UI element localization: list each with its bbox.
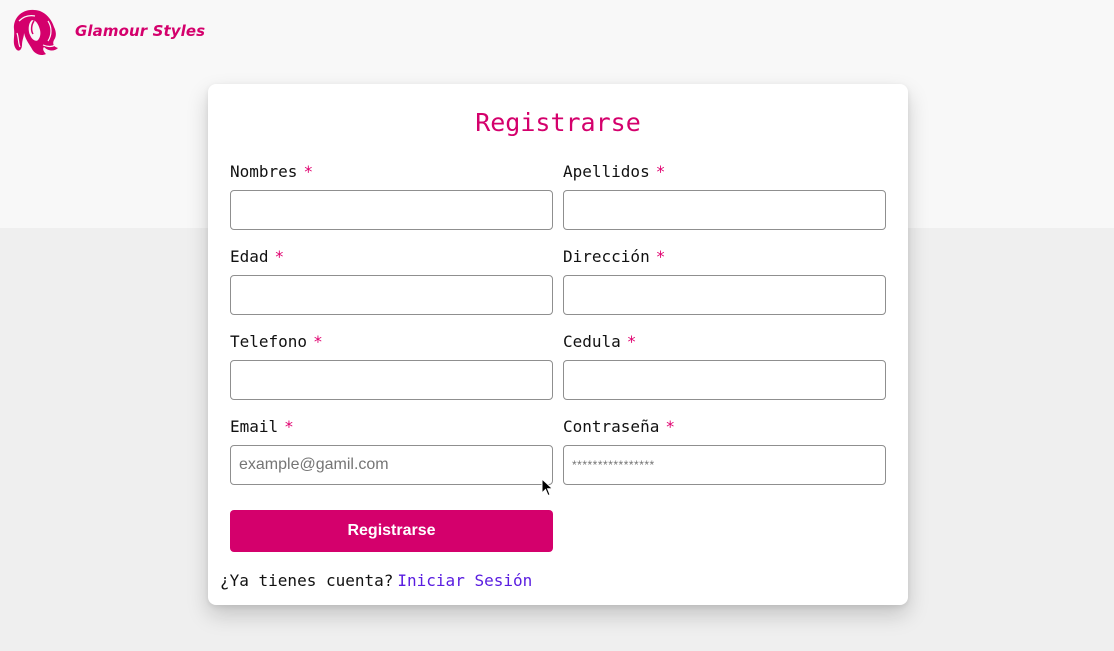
apellidos-label: Apellidos * [563, 161, 886, 183]
email-label-text: Email [230, 417, 279, 436]
register-card: Registrarse Nombres * Apellidos * Edad * Di… [208, 84, 908, 605]
password-input[interactable] [563, 445, 886, 485]
telefono-label: Telefono * [230, 331, 553, 353]
direccion-input[interactable] [563, 275, 886, 315]
nombres-input[interactable] [230, 190, 553, 230]
email-input[interactable] [230, 445, 553, 485]
required-marker: * [313, 332, 323, 351]
contrasena-label-text: Contraseña [563, 417, 660, 436]
cedula-input[interactable] [563, 360, 886, 400]
required-marker: * [655, 247, 666, 266]
telefono-field: Telefono * [230, 331, 553, 400]
telefono-input[interactable] [230, 360, 553, 400]
required-marker: * [274, 247, 285, 266]
direccion-label: Dirección * [563, 246, 886, 268]
contrasena-label: Contraseña * [563, 416, 886, 438]
required-marker: * [284, 417, 294, 436]
cedula-label-text: Cedula [563, 332, 621, 351]
page-title: Registrarse [475, 108, 641, 137]
cedula-field: Cedula * [563, 331, 886, 400]
direccion-field: Dirección * [563, 246, 886, 315]
edad-input[interactable] [230, 275, 553, 315]
email-field: Email * [230, 416, 553, 485]
required-marker: * [626, 332, 637, 351]
required-marker: * [665, 417, 675, 436]
apellidos-field: Apellidos * [563, 161, 886, 230]
apellidos-label-text: Apellidos [563, 162, 650, 181]
edad-label: Edad * [230, 246, 553, 268]
mouse-cursor-icon [541, 478, 554, 497]
login-prompt-text: ¿Ya tienes cuenta? [220, 571, 394, 590]
apellidos-input[interactable] [563, 190, 886, 230]
woman-hair-logo-icon [13, 9, 58, 56]
telefono-label-text: Telefono [230, 332, 308, 351]
edad-field: Edad * [230, 246, 553, 315]
contrasena-field: Contraseña * [563, 416, 886, 485]
brand-name: Glamour Styles [75, 22, 206, 40]
login-prompt: ¿Ya tienes cuenta? Iniciar Sesión [220, 571, 532, 590]
register-button[interactable]: Registrarse [230, 510, 553, 552]
required-marker: * [303, 162, 314, 181]
email-label: Email * [230, 416, 553, 438]
brand[interactable]: Glamour Styles [10, 7, 205, 59]
required-marker: * [655, 162, 666, 181]
cedula-label: Cedula * [563, 331, 886, 353]
direccion-label-text: Dirección [563, 247, 650, 266]
nombres-label: Nombres * [230, 161, 553, 183]
nombres-label-text: Nombres [230, 162, 298, 181]
edad-label-text: Edad [230, 247, 269, 266]
login-link[interactable]: Iniciar Sesión [397, 571, 532, 590]
nombres-field: Nombres * [230, 161, 553, 230]
